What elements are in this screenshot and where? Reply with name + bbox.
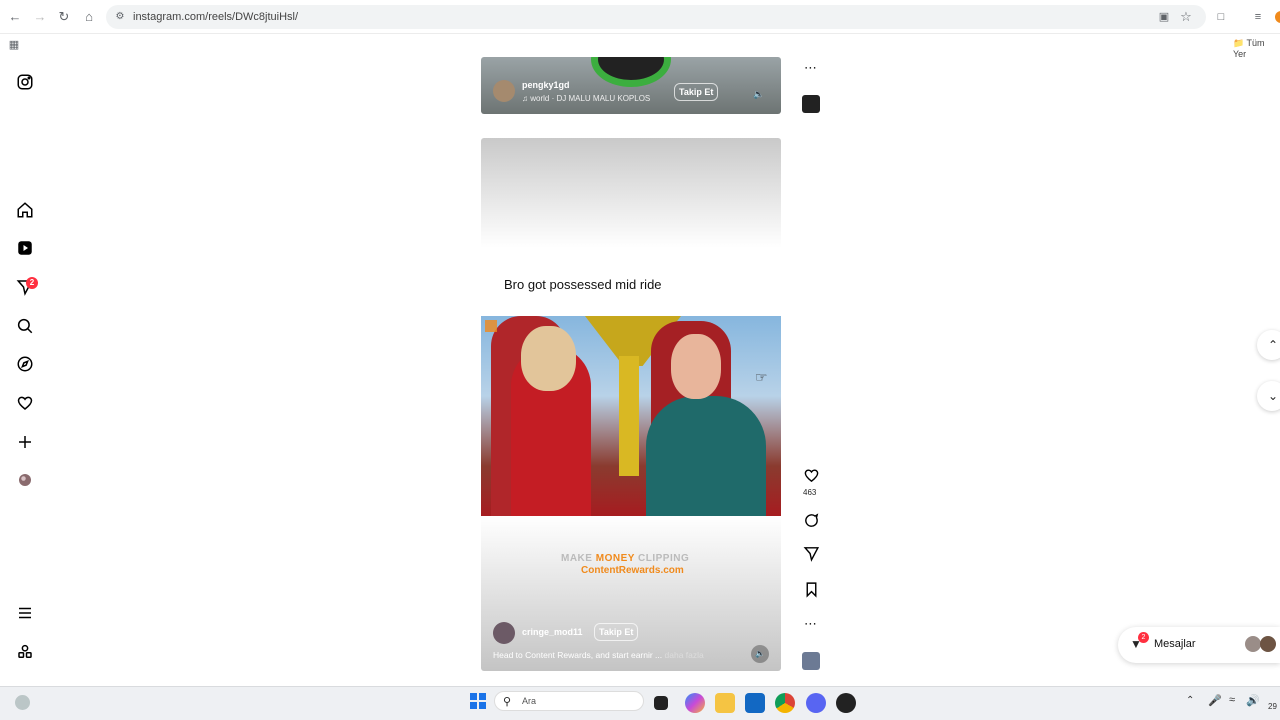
follow-button[interactable]: Takip Et [594,623,639,641]
mute-icon[interactable]: 🔈 [753,89,764,100]
widgets-icon[interactable] [15,695,30,710]
audio-label: world · DJ MALU MALU KOPLOS [530,94,651,103]
file-explorer-icon[interactable] [715,693,735,713]
audio-thumbnail[interactable] [802,652,820,670]
bookmarks-bar: ▦ 📁 Tüm Yer [0,34,1280,59]
task-view-icon[interactable] [654,696,668,710]
home-icon[interactable]: ⌂ [81,9,97,25]
profile-avatar[interactable] [1275,11,1280,23]
comment-icon[interactable] [800,509,822,531]
bookmarks-folder-label: Tüm Yer [1233,38,1265,59]
avatar[interactable] [493,80,515,102]
watermark-clipping: CLIPPING [634,553,690,564]
reload-icon[interactable]: ↻ [56,9,72,25]
also-from-meta-icon[interactable] [14,641,36,663]
chrome-icon[interactable] [775,693,795,713]
watermark-line1: MAKE MONEY CLIPPING [561,553,689,564]
person-right-face [671,334,721,399]
previous-reel-button[interactable]: ⌃ [1257,330,1280,360]
messages-badge: 2 [1138,632,1149,643]
profile-avatar-icon[interactable] [14,469,36,491]
save-bookmark-icon[interactable] [800,578,822,600]
forward-icon[interactable]: → [32,9,48,25]
discord-icon[interactable] [806,693,826,713]
clock[interactable]: 29 [1268,702,1277,711]
chevron-down-icon: ⌄ [1268,389,1279,403]
all-bookmarks-folder[interactable]: 📁 Tüm Yer [1233,38,1280,59]
bookmark-star-icon[interactable]: ☆ [1178,9,1194,25]
app-icon[interactable] [836,693,856,713]
follow-button[interactable]: Takip Et [674,83,719,101]
system-tray-chevron-up-icon[interactable]: ⌃ [1186,695,1194,706]
reel-description[interactable]: Head to Content Rewards, and start earni… [493,650,704,660]
more-options-icon[interactable]: ⋯ [804,616,818,632]
watermark-money: MONEY [595,553,635,564]
notification-badge: 2 [26,277,38,289]
site-info-icon[interactable]: ⚙ [112,9,128,25]
more-options-icon[interactable]: ⋯ [804,60,818,76]
next-reel-button[interactable]: ⌄ [1257,381,1280,411]
current-reel[interactable]: Bro got possessed mid ride MAKE MONEY CL… [481,138,781,671]
ride-pole [619,356,639,476]
apps-grid-icon[interactable]: ▦ [6,37,22,53]
audio-info[interactable]: ♫ world · DJ MALU MALU KOPLOS [522,94,650,103]
watermark-make: MAKE [561,553,596,564]
watermark-line2: ContentRewards.com [581,565,684,576]
reels-nav-icon[interactable] [14,237,36,259]
reel-thumbnail-wheel [591,57,671,87]
reel-video[interactable] [481,316,781,516]
reel-bottom-fade [481,516,781,671]
like-count[interactable]: 463 [803,488,816,497]
windows-start-icon[interactable] [470,693,486,709]
more-link[interactable]: daha fazla [665,650,704,660]
messages-pill[interactable]: ▼ 2 Mesajlar [1118,627,1280,663]
volume-icon[interactable]: 🔊 [1246,694,1260,707]
more-menu-icon[interactable] [14,602,36,624]
audio-thumbnail[interactable] [802,95,820,113]
avatar [1260,636,1276,652]
taskbar-search-input[interactable]: ⚲ Ara [494,691,644,711]
reel-username[interactable]: cringe_mod11 [522,627,583,637]
search-nav-icon[interactable] [14,315,36,337]
back-icon[interactable]: ← [7,9,23,25]
description-text: Head to Content Rewards, and start earni… [493,650,665,660]
instagram-logo-icon[interactable] [14,71,36,93]
reel-caption-title: Bro got possessed mid ride [504,277,662,292]
notifications-heart-icon[interactable] [14,392,36,414]
microphone-icon[interactable]: 🎤 [1208,694,1222,707]
reel-top-fade [481,138,781,248]
extensions-icon[interactable]: □ [1213,9,1229,25]
avatar [1245,636,1261,652]
person-left-face [521,326,576,391]
search-icon: ⚲ [503,696,512,708]
mouse-cursor-icon: ☞ [755,369,768,385]
share-icon[interactable] [800,542,822,564]
person-right [646,396,766,516]
messages-label: Mesajlar [1154,638,1196,650]
previous-reel[interactable]: pengky1gd ♫ world · DJ MALU MALU KOPLOS … [481,57,781,114]
create-plus-icon[interactable] [14,431,36,453]
copilot-icon[interactable] [685,693,705,713]
reel-username[interactable]: pengky1gd [522,80,570,90]
source-logo [485,320,497,332]
wifi-icon[interactable]: ≈ [1229,694,1235,706]
browser-toolbar: ← → ↻ ⌂ ⚙ instagram.com/reels/DWc8jtuiHs… [0,0,1280,34]
reading-list-icon[interactable]: ≡ [1250,9,1266,25]
chevron-up-icon: ⌃ [1268,338,1279,352]
search-placeholder: Ara [522,696,537,706]
explore-nav-icon[interactable] [14,353,36,375]
mute-icon[interactable]: 🔈 [751,645,769,663]
url-text[interactable]: instagram.com/reels/DWc8jtuiHsl/ [133,11,298,23]
store-icon[interactable] [745,693,765,713]
avatar[interactable] [493,622,515,644]
home-nav-icon[interactable] [14,199,36,221]
like-heart-icon[interactable] [800,464,822,486]
install-app-icon[interactable]: ▣ [1156,9,1172,25]
